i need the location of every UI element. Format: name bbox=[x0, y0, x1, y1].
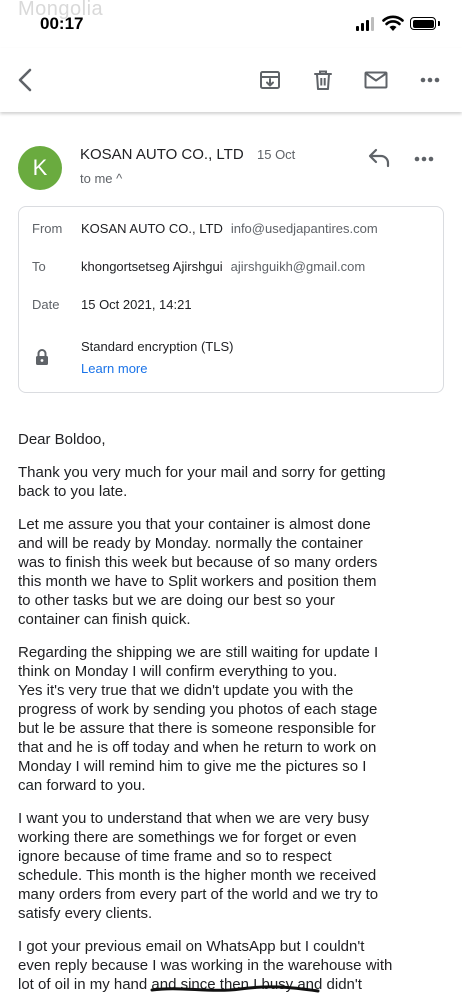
status-bar: Mongolia 00:17 bbox=[0, 0, 462, 48]
sender-avatar[interactable]: K bbox=[18, 146, 62, 190]
reply-button[interactable] bbox=[366, 146, 398, 174]
date-label: Date bbox=[32, 297, 60, 312]
from-name: KOSAN AUTO CO., LTD bbox=[81, 221, 223, 236]
body-paragraph: Dear Boldoo, bbox=[18, 431, 106, 448]
redaction-scribble bbox=[150, 985, 320, 993]
back-button[interactable] bbox=[8, 62, 44, 98]
to-value: khongortsetseg Ajirshgui ajirshguikh@gmai… bbox=[81, 259, 365, 274]
message-details-card: From KOSAN AUTO CO., LTD info@usedjapanti… bbox=[18, 206, 444, 393]
chevron-left-icon bbox=[18, 68, 32, 92]
delete-button[interactable] bbox=[305, 62, 341, 98]
recipients-toggle[interactable]: to me ^ bbox=[80, 171, 122, 186]
body-paragraph: Thank you very much for your mail and so… bbox=[18, 464, 386, 500]
to-email: ajirshguikh@gmail.com bbox=[230, 259, 366, 274]
message-body: Dear Boldoo, Thank you very much for you… bbox=[18, 430, 446, 1000]
body-paragraph: I want you to understand that when we ar… bbox=[18, 810, 379, 922]
reply-icon bbox=[368, 148, 390, 168]
more-horizontal-icon bbox=[414, 156, 434, 162]
archive-icon bbox=[260, 71, 280, 89]
body-paragraph: Let me assure you that your container is… bbox=[18, 516, 378, 628]
more-options-button[interactable] bbox=[412, 62, 448, 98]
from-label: From bbox=[32, 221, 63, 236]
message-toolbar bbox=[0, 48, 462, 112]
cellular-signal-icon bbox=[356, 17, 376, 31]
message-date: 15 Oct bbox=[257, 147, 296, 162]
archive-button[interactable] bbox=[252, 62, 288, 98]
learn-more-link[interactable]: Learn more bbox=[81, 361, 147, 376]
status-time: 00:17 bbox=[40, 14, 84, 33]
to-name: khongortsetseg Ajirshgui bbox=[81, 259, 223, 274]
message-more-button[interactable] bbox=[414, 146, 446, 174]
date-value: 15 Oct 2021, 14:21 bbox=[81, 297, 192, 312]
to-label: To bbox=[32, 259, 46, 274]
body-paragraph: Regarding the shipping we are still wait… bbox=[18, 644, 379, 794]
wifi-icon bbox=[382, 15, 404, 31]
lock-icon bbox=[36, 349, 48, 365]
encryption-text: Standard encryption (TLS) bbox=[81, 339, 234, 354]
sender-name: KOSAN AUTO CO., LTD bbox=[80, 146, 244, 163]
from-value: KOSAN AUTO CO., LTD info@usedjapantires.c… bbox=[81, 221, 378, 236]
from-email: info@usedjapantires.com bbox=[230, 221, 378, 236]
mail-icon bbox=[364, 71, 388, 89]
trash-icon bbox=[314, 70, 332, 90]
mark-unread-button[interactable] bbox=[358, 62, 394, 98]
more-horizontal-icon bbox=[420, 77, 440, 83]
battery-icon bbox=[410, 17, 440, 30]
